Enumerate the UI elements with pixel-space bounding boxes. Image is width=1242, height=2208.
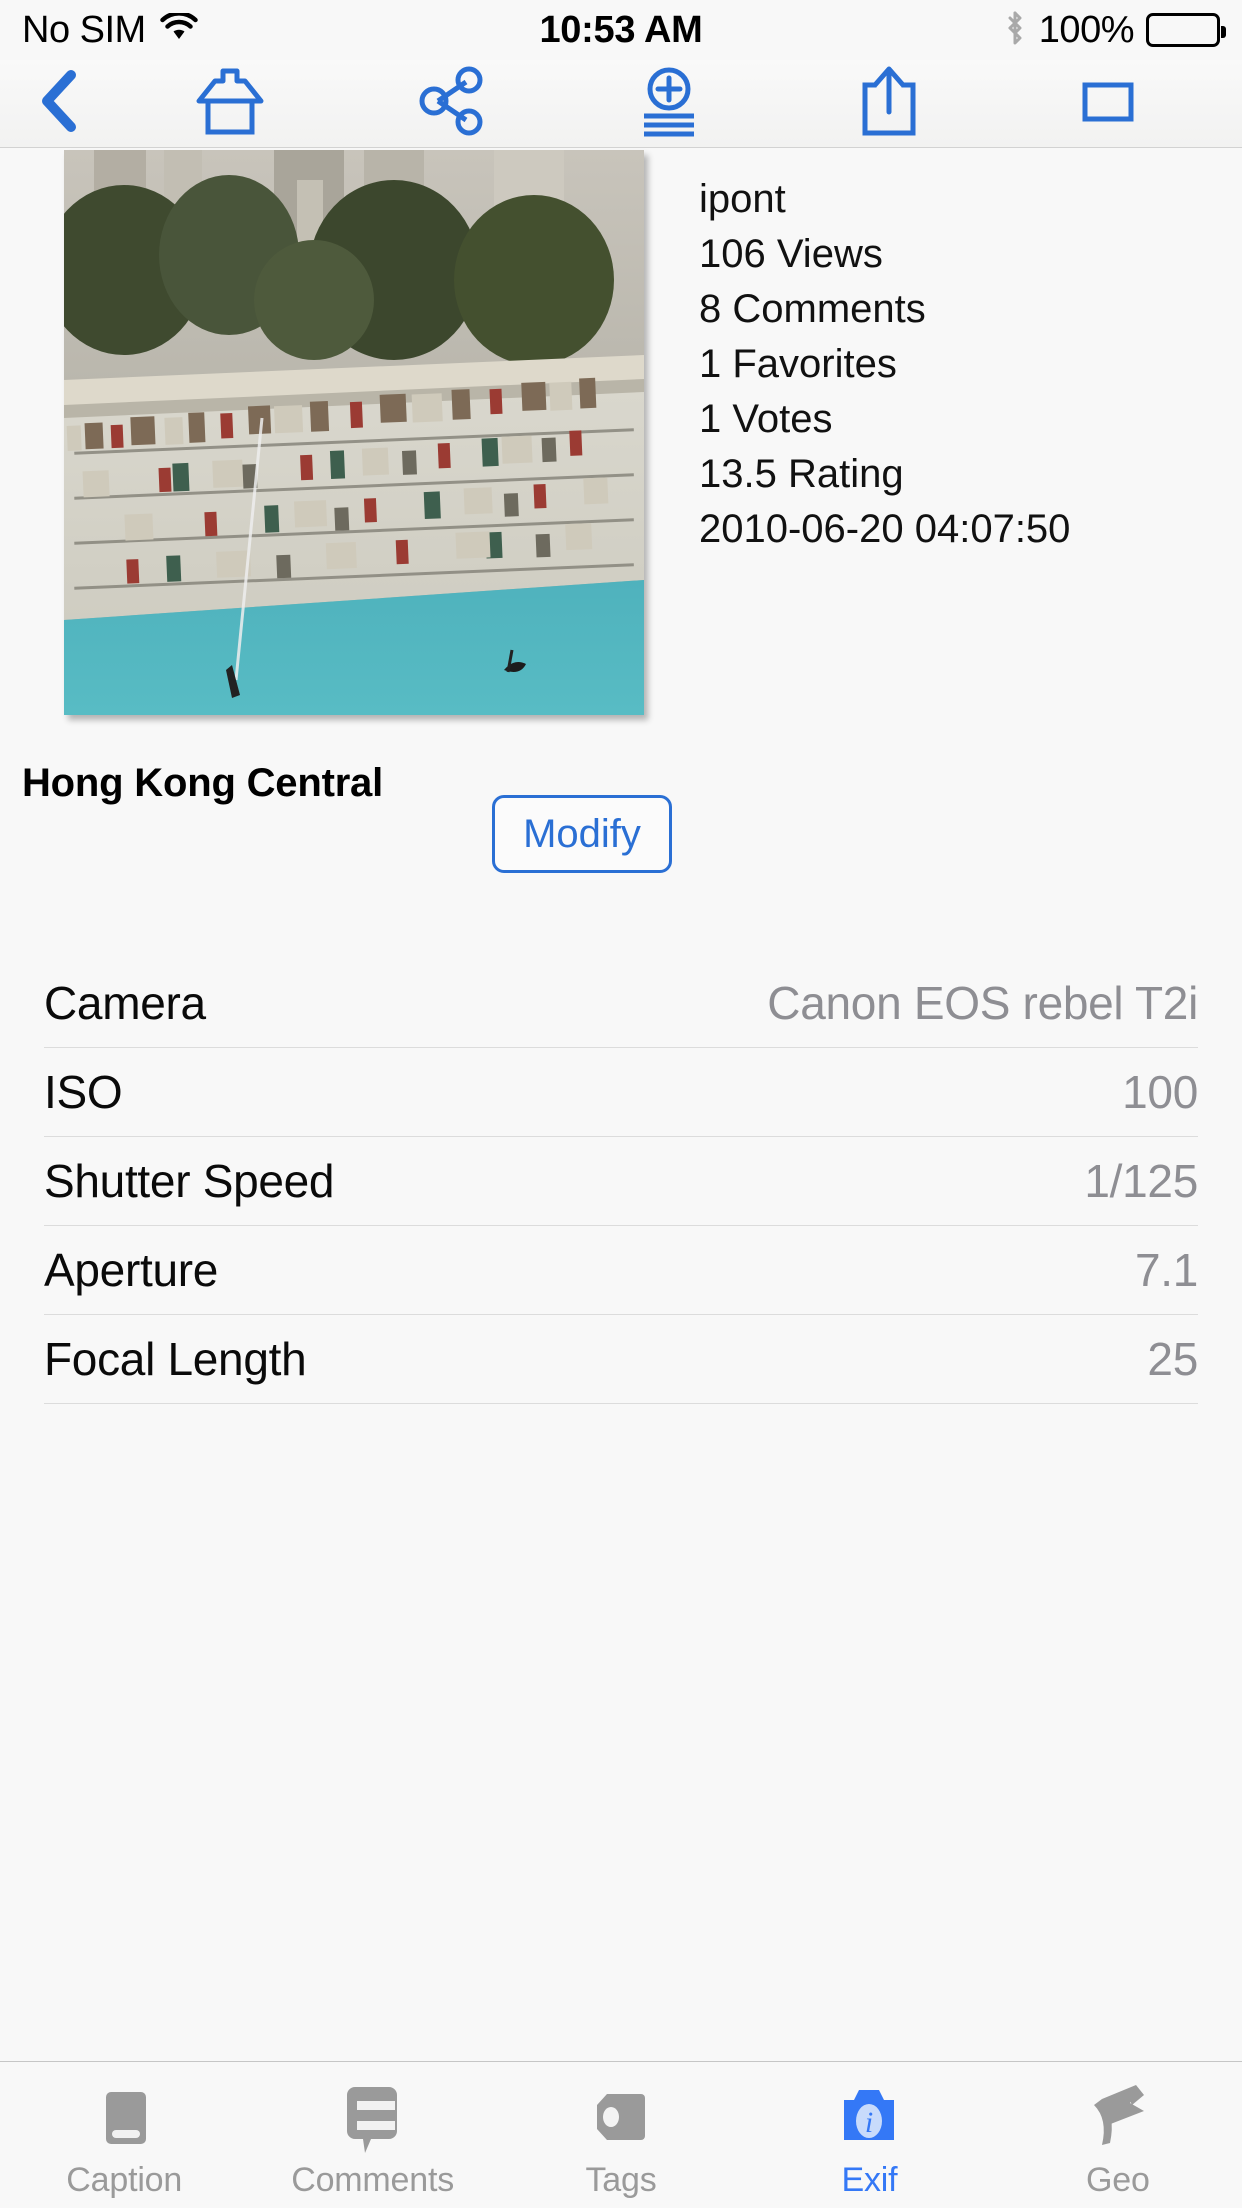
tab-label-geo: Geo xyxy=(1085,2160,1150,2199)
tab-exif[interactable]: i Exif xyxy=(745,2062,993,2208)
photo-thumbnail[interactable] xyxy=(64,150,644,715)
share-network-icon xyxy=(410,65,488,142)
app-screen: No SIM 10:53 AM 100% ipont 106 Views 8 C… xyxy=(0,0,1242,2208)
battery-percent-label: 100% xyxy=(1038,8,1135,51)
exif-label-iso: ISO xyxy=(44,1066,123,1118)
exif-label-aperture: Aperture xyxy=(44,1244,219,1296)
tab-label-comments: Comments xyxy=(291,2160,454,2199)
tab-bar: Caption Comments Tags i Exif Geo xyxy=(0,2061,1242,2208)
photo-date-taken: 2010-06-20 04:07:50 xyxy=(699,507,1071,551)
tag-icon xyxy=(583,2079,659,2155)
geo-pin-icon xyxy=(1080,2079,1156,2155)
status-bar-left: No SIM xyxy=(22,9,198,52)
exif-label-focal-length: Focal Length xyxy=(44,1333,307,1385)
back-button[interactable] xyxy=(0,60,120,147)
exif-table: Camera Canon EOS rebel T2i ISO 100 Shutt… xyxy=(0,959,1242,1404)
photo-views: 106 Views xyxy=(699,232,883,276)
status-bar: No SIM 10:53 AM 100% xyxy=(0,0,1242,60)
tab-label-caption: Caption xyxy=(66,2160,183,2199)
exif-value-focal-length: 25 xyxy=(1147,1333,1198,1385)
exif-value-camera: Canon EOS rebel T2i xyxy=(767,977,1198,1029)
photo-owner: ipont xyxy=(699,177,786,221)
toolbar-buttons xyxy=(120,60,1242,147)
tab-caption[interactable]: Caption xyxy=(0,2062,248,2208)
chevron-left-icon xyxy=(38,68,82,139)
comments-icon xyxy=(335,2079,411,2155)
tab-label-exif: Exif xyxy=(841,2160,898,2199)
rectangle-icon xyxy=(1069,65,1147,142)
table-row[interactable]: Aperture 7.1 xyxy=(44,1226,1198,1315)
table-row[interactable]: Focal Length 25 xyxy=(44,1315,1198,1404)
export-button[interactable] xyxy=(834,60,944,148)
tab-geo[interactable]: Geo xyxy=(994,2062,1242,2208)
home-button[interactable] xyxy=(175,60,285,148)
exif-value-iso: 100 xyxy=(1122,1066,1198,1118)
table-row[interactable]: Shutter Speed 1/125 xyxy=(44,1137,1198,1226)
add-to-album-icon xyxy=(630,65,708,142)
tab-label-tags: Tags xyxy=(585,2160,657,2199)
photo-favorites-count: 1 Favorites xyxy=(699,342,897,386)
tab-tags[interactable]: Tags xyxy=(497,2062,745,2208)
exif-info-icon: i xyxy=(831,2079,907,2155)
tab-comments[interactable]: Comments xyxy=(248,2062,496,2208)
status-bar-right: 100% xyxy=(1003,8,1226,53)
share-network-button[interactable] xyxy=(394,60,504,148)
navigation-toolbar xyxy=(0,60,1242,148)
battery-full-icon xyxy=(1146,13,1226,47)
exif-value-shutter-speed: 1/125 xyxy=(1084,1155,1198,1207)
wifi-icon xyxy=(159,10,198,48)
modify-button[interactable]: Modify xyxy=(492,795,672,873)
photo-votes-count: 1 Votes xyxy=(699,397,833,441)
table-row[interactable]: Camera Canon EOS rebel T2i xyxy=(44,959,1198,1048)
exif-label-camera: Camera xyxy=(44,977,206,1029)
content-area: ipont 106 Views 8 Comments 1 Favorites 1… xyxy=(0,148,1242,2061)
table-row[interactable]: ISO 100 xyxy=(44,1048,1198,1137)
exif-label-shutter-speed: Shutter Speed xyxy=(44,1155,335,1207)
photo-metadata-list: ipont 106 Views 8 Comments 1 Favorites 1… xyxy=(699,148,1070,715)
svg-text:i: i xyxy=(865,2106,873,2139)
export-icon xyxy=(850,63,928,144)
add-to-album-button[interactable] xyxy=(614,60,724,148)
exif-value-aperture: 7.1 xyxy=(1134,1244,1198,1296)
caption-icon xyxy=(86,2079,162,2155)
home-icon xyxy=(191,65,269,142)
photo-rating: 13.5 Rating xyxy=(699,452,904,496)
photo-comments-count: 8 Comments xyxy=(699,287,926,331)
bluetooth-icon xyxy=(1003,8,1027,53)
photo-title: Hong Kong Central xyxy=(22,761,384,805)
photo-title-row: Hong Kong Central Modify xyxy=(0,751,1242,911)
slideshow-button[interactable] xyxy=(1053,60,1163,148)
carrier-label: No SIM xyxy=(22,8,146,51)
photo-summary-row: ipont 106 Views 8 Comments 1 Favorites 1… xyxy=(0,148,1242,715)
